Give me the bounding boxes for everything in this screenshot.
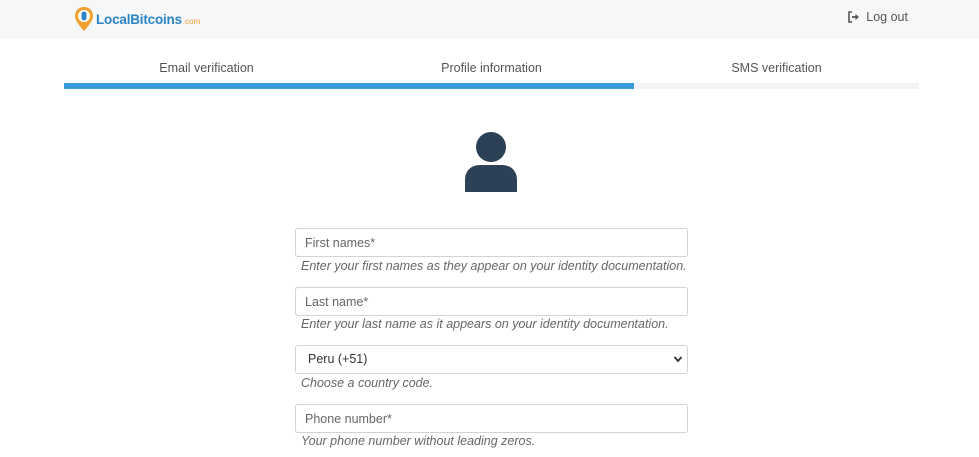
- first-names-help: Enter your first names as they appear on…: [301, 259, 687, 273]
- step-profile-information: Profile information: [441, 61, 542, 75]
- progress-bar-fill: [64, 83, 635, 89]
- verification-steps: Email verification Profile information S…: [64, 58, 919, 90]
- progress-bar: [64, 83, 919, 89]
- top-navbar: LocalBitcoins .com Log out: [0, 0, 979, 39]
- country-code-selected: Peru (+51): [308, 352, 368, 366]
- sign-out-icon: [848, 11, 860, 23]
- logo-suffix: .com: [182, 17, 201, 26]
- site-logo[interactable]: LocalBitcoins .com: [74, 6, 200, 32]
- last-name-help: Enter your last name as it appears on yo…: [301, 317, 669, 331]
- country-code-select[interactable]: Peru (+51): [295, 345, 688, 374]
- logout-link[interactable]: Log out: [847, 10, 908, 24]
- phone-number-input[interactable]: [295, 404, 688, 433]
- logo-text: LocalBitcoins: [96, 11, 182, 27]
- step-email-verification: Email verification: [159, 61, 254, 75]
- logout-label: Log out: [866, 10, 908, 24]
- first-names-input[interactable]: [295, 228, 688, 257]
- last-name-input[interactable]: [295, 287, 688, 316]
- chevron-down-icon: [673, 356, 683, 363]
- user-icon: [465, 132, 517, 192]
- phone-number-help: Your phone number without leading zeros.: [301, 434, 536, 448]
- step-sms-verification: SMS verification: [731, 61, 822, 75]
- country-code-help: Choose a country code.: [301, 376, 434, 390]
- logo-pin-icon: [75, 7, 93, 31]
